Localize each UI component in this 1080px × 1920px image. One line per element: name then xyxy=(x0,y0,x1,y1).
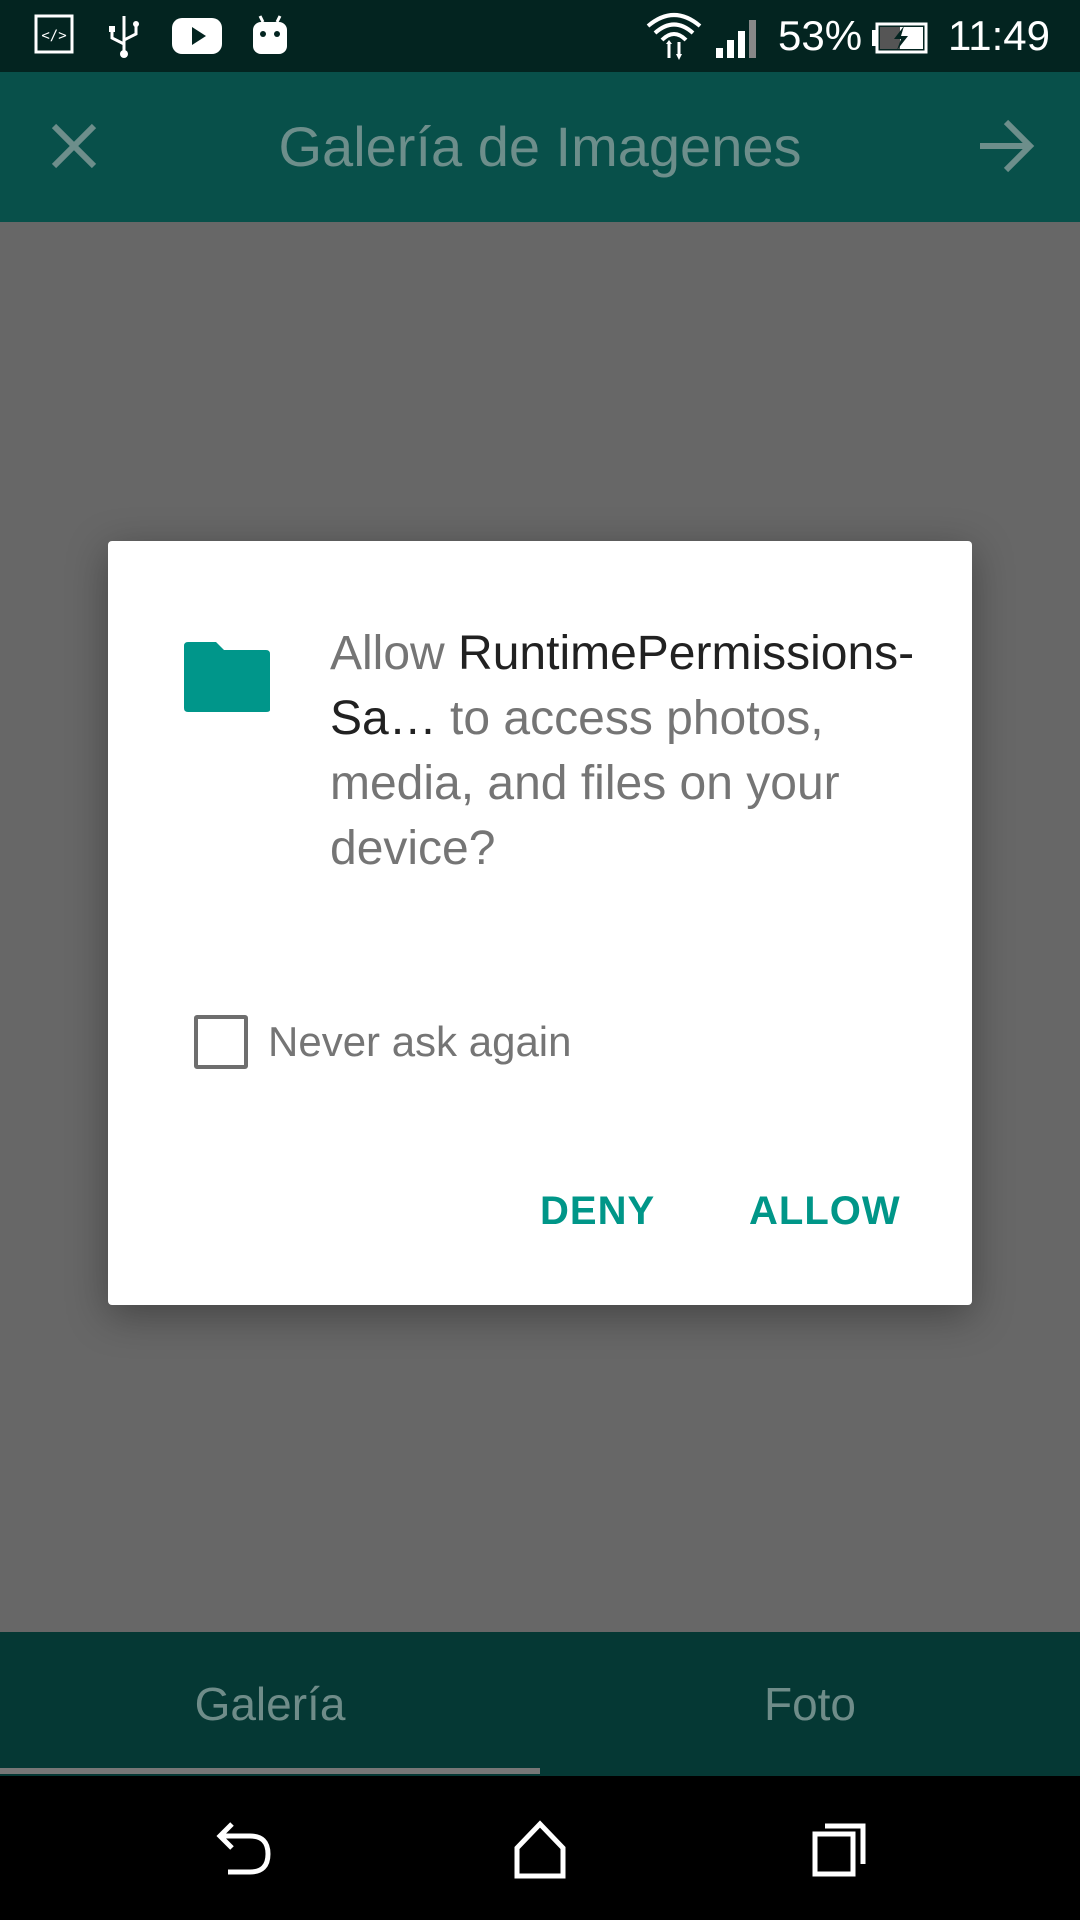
never-ask-again-label[interactable]: Never ask again xyxy=(268,1017,572,1067)
app-bar: Galería de Imagenes xyxy=(0,72,1080,222)
message-prefix: Allow xyxy=(330,627,459,680)
bottom-tabs: Galería Foto xyxy=(0,1632,1080,1776)
never-ask-again-checkbox[interactable] xyxy=(194,1015,248,1069)
battery-percent: 53% xyxy=(778,12,863,59)
allow-button[interactable]: ALLOW xyxy=(749,1181,901,1241)
usb-icon xyxy=(106,14,142,63)
arrow-forward-icon[interactable] xyxy=(976,118,1036,174)
app-title: Galería de Imagenes xyxy=(278,115,802,178)
permission-message: Allow RuntimePermissions-Sa… to access p… xyxy=(330,621,920,881)
recents-icon[interactable] xyxy=(805,1814,875,1884)
signal-icon xyxy=(714,18,762,63)
tab-foto[interactable]: Foto xyxy=(540,1632,1080,1776)
navigation-bar xyxy=(0,1776,1080,1920)
deny-button[interactable]: DENY xyxy=(540,1181,655,1241)
status-bar: </> 53% 11:49 xyxy=(0,0,1080,72)
code-icon: </> xyxy=(34,14,74,59)
svg-text:</>: </> xyxy=(41,28,66,44)
back-icon[interactable] xyxy=(206,1814,276,1884)
tab-indicator xyxy=(0,1768,540,1774)
android-icon xyxy=(250,14,290,61)
tab-galeria[interactable]: Galería xyxy=(0,1632,540,1776)
wifi-icon xyxy=(646,10,702,67)
screen: </> 53% 11:49 Galería de Imagenes Galerí… xyxy=(0,0,1080,1920)
youtube-icon xyxy=(172,18,222,59)
battery-charging-icon xyxy=(870,22,928,59)
folder-icon xyxy=(182,640,272,714)
clock: 11:49 xyxy=(948,12,1050,59)
permission-dialog: Allow RuntimePermissions-Sa… to access p… xyxy=(108,541,972,1305)
home-icon[interactable] xyxy=(505,1814,575,1884)
